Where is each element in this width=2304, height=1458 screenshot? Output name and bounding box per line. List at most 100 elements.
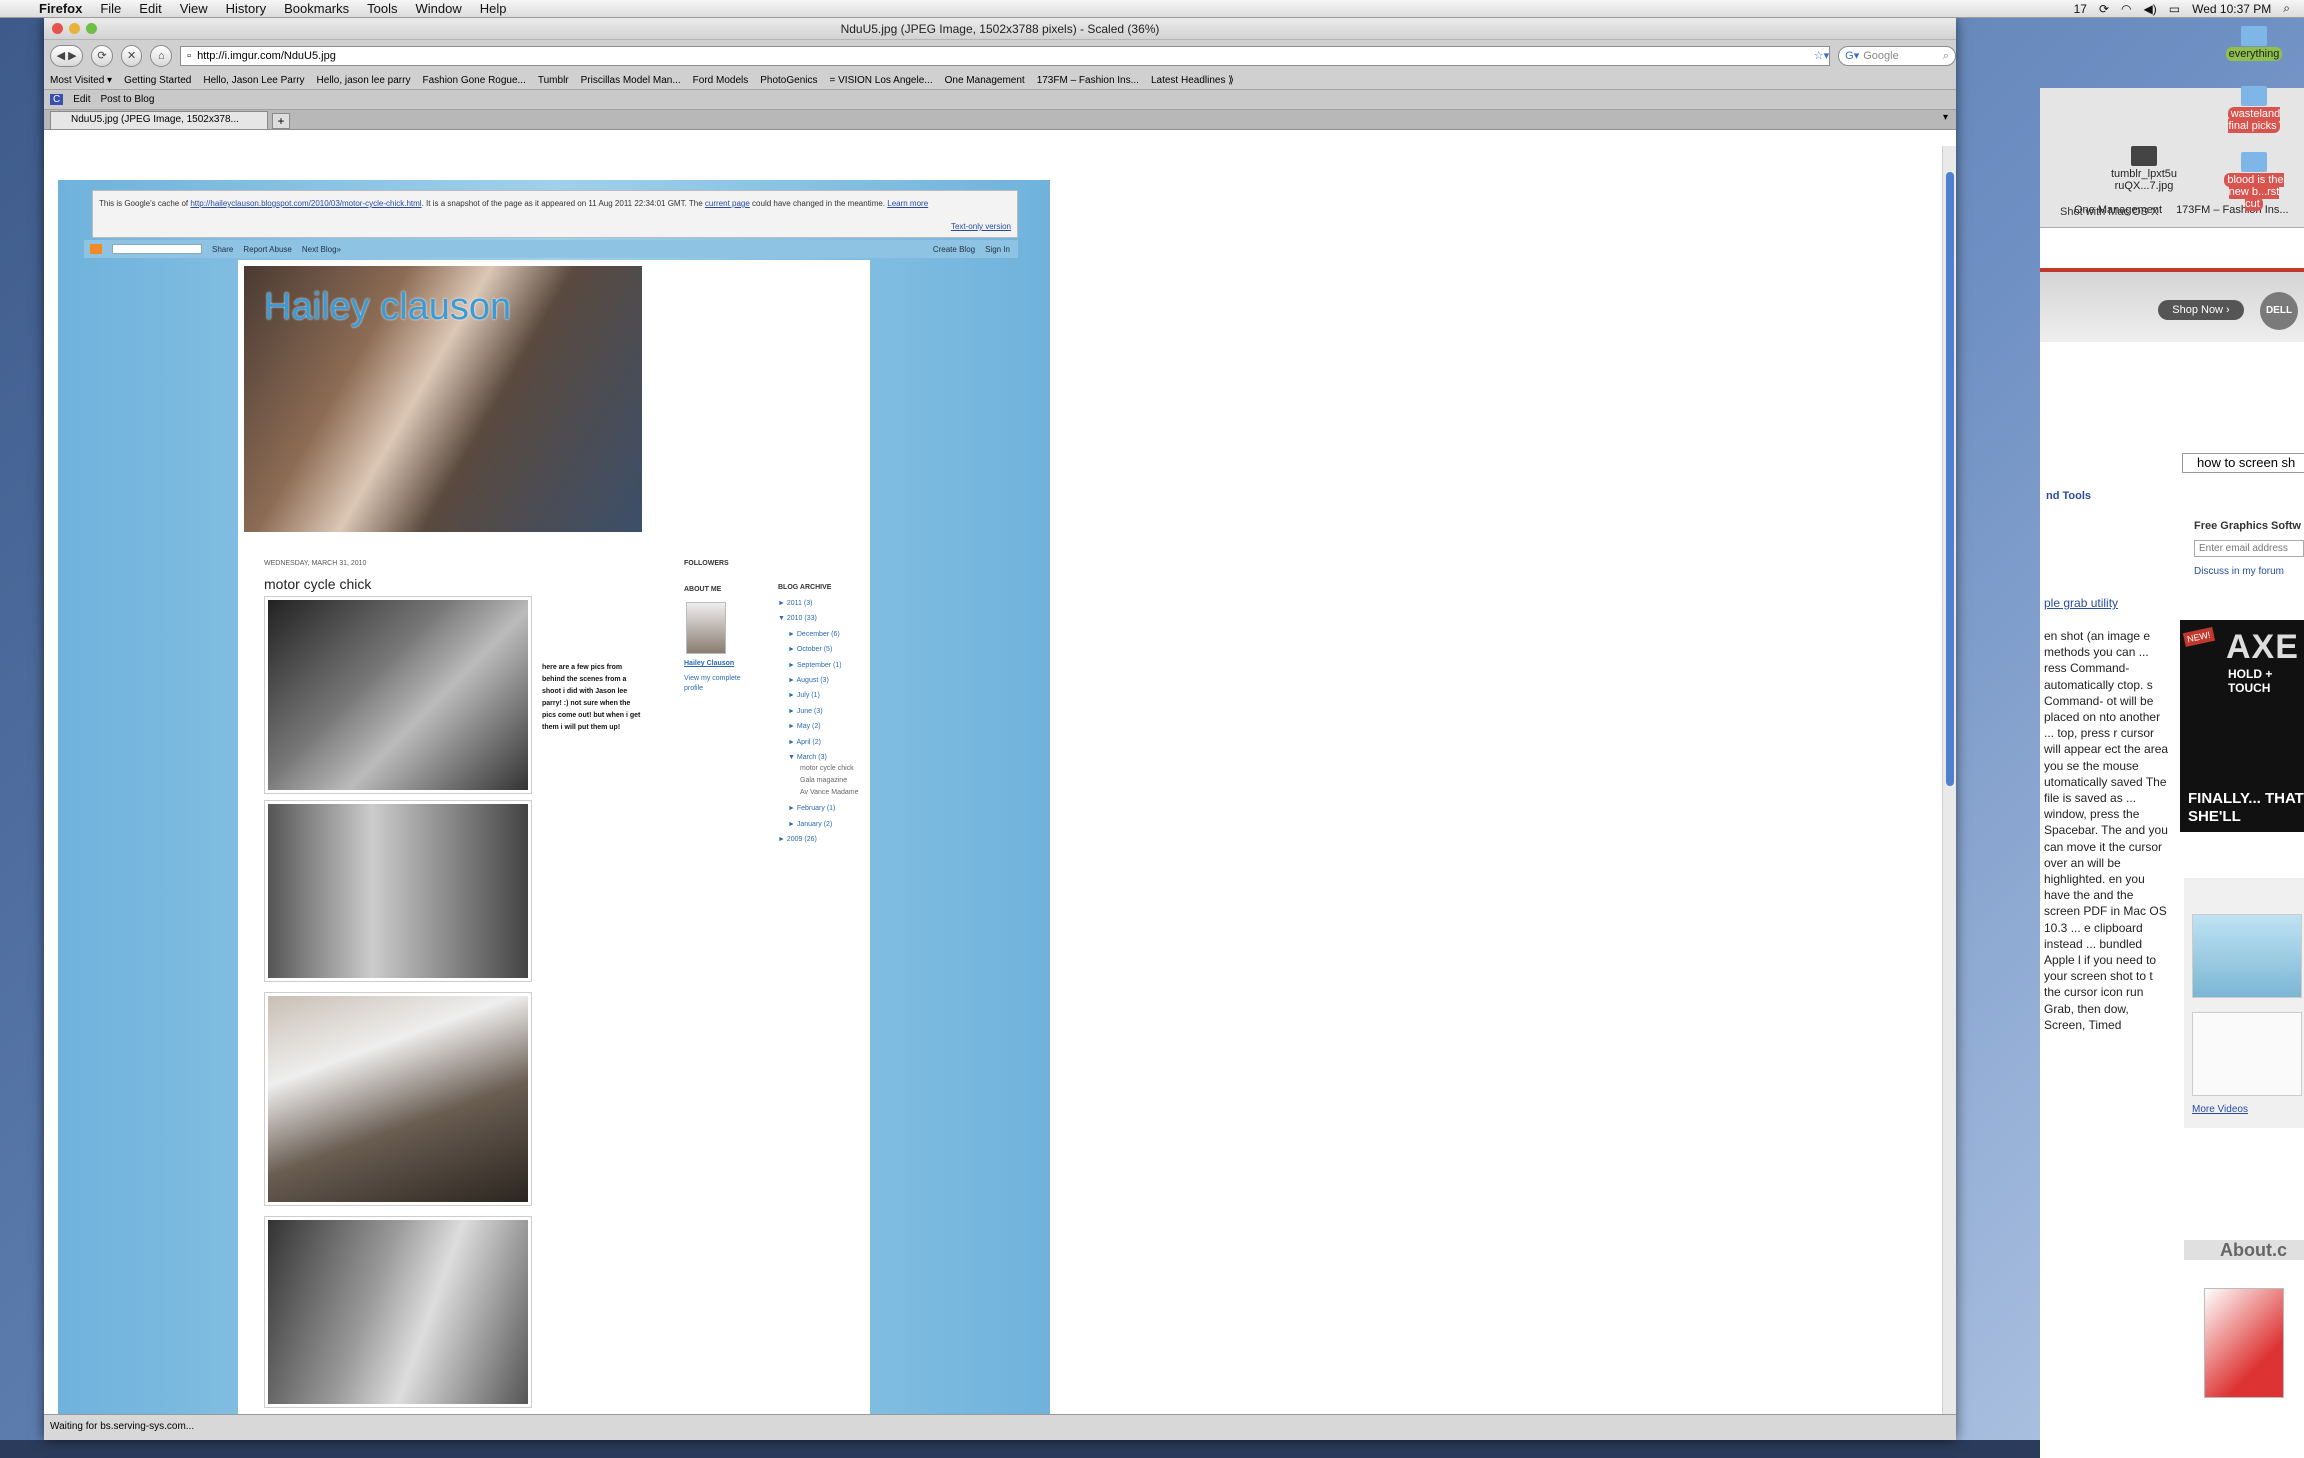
desktop-file-tumblr[interactable]: tumblr_lpxt5u ruQX...7.jpg xyxy=(2104,146,2184,192)
search-input[interactable]: how to screen sh xyxy=(2182,453,2304,473)
post-to-blog-button[interactable]: Post to Blog xyxy=(100,94,154,105)
cache-url-link[interactable]: http://haileyclauson.blogspot.com/2010/0… xyxy=(190,199,421,208)
menu-app[interactable]: Firefox xyxy=(30,1,91,16)
post-photo-4[interactable] xyxy=(264,1216,532,1408)
video-thumbnail[interactable] xyxy=(2192,914,2302,998)
archive-item[interactable]: motor cycle chick xyxy=(778,765,859,773)
menu-help[interactable]: Help xyxy=(471,1,516,16)
axe-ad[interactable]: NEW! AXE HOLD + TOUCH FINALLY... THAT SH… xyxy=(2180,620,2304,832)
archive-item[interactable]: ► October (5) xyxy=(778,642,859,657)
background-browser-window[interactable]: One Management 173FM – Fashion Ins... Sho… xyxy=(2040,88,2304,1458)
bookmark-star-icon[interactable]: ☆▾ xyxy=(1814,47,1829,65)
bookmark-priscillas[interactable]: Priscillas Model Man... xyxy=(581,75,681,86)
menu-bookmarks[interactable]: Bookmarks xyxy=(275,1,358,16)
scrollbar-thumb[interactable] xyxy=(1946,172,1954,786)
title-bar[interactable]: NduU5.jpg (JPEG Image, 1502x3788 pixels)… xyxy=(44,18,1956,40)
search-icon[interactable]: ⌕ xyxy=(1943,47,1955,65)
discuss-link[interactable]: Discuss in my forum xyxy=(2194,566,2284,577)
report-abuse-link[interactable]: Report Abuse xyxy=(243,245,291,254)
bookmark-jason-lee-parry[interactable]: Hello, Jason Lee Parry xyxy=(203,75,304,86)
clock[interactable]: Wed 10:37 PM xyxy=(2192,2,2271,16)
edit-button[interactable]: Edit xyxy=(73,94,90,105)
archive-item[interactable]: ► 2011 (3) xyxy=(778,596,859,611)
dell-banner[interactable]: Shop Now › DELL xyxy=(2040,272,2304,342)
tab-active[interactable]: NduU5.jpg (JPEG Image, 1502x378... xyxy=(50,111,268,129)
sign-in-link[interactable]: Sign In xyxy=(985,245,1010,254)
bookmark-latest-headlines[interactable]: Latest Headlines ⟫ xyxy=(1151,75,1234,86)
back-forward-button[interactable]: ◀ ▶ xyxy=(50,45,84,67)
bookmark-photogenics[interactable]: PhotoGenics xyxy=(760,75,817,86)
bookmark-one-management[interactable]: One Management xyxy=(945,75,1025,86)
tools-tab[interactable]: nd Tools xyxy=(2046,490,2091,502)
volume-icon[interactable]: ◀) xyxy=(2144,2,2157,16)
vertical-scrollbar[interactable] xyxy=(1942,146,1956,1414)
battery-icon[interactable]: ▭ xyxy=(2169,2,2180,16)
archive-item[interactable]: ► December (6) xyxy=(778,627,859,642)
menu-edit[interactable]: Edit xyxy=(130,1,170,16)
blogger-icon[interactable] xyxy=(90,244,102,254)
google-icon[interactable]: G▾ xyxy=(1845,47,1859,65)
archive-item[interactable]: ► July (1) xyxy=(778,688,859,703)
email-field[interactable]: Enter email address xyxy=(2194,540,2304,557)
archive-item[interactable]: ► January (2) xyxy=(778,817,859,832)
bookmark-tumblr[interactable]: Tumblr xyxy=(538,75,569,86)
zoom-icon[interactable] xyxy=(86,23,97,34)
archive-item[interactable]: ► August (3) xyxy=(778,673,859,688)
bookmark-vision[interactable]: = VISION Los Angele... xyxy=(830,75,933,86)
shop-now-button[interactable]: Shop Now › xyxy=(2158,300,2244,320)
profile-name-link[interactable]: Hailey Clauson xyxy=(684,660,734,667)
avatar[interactable] xyxy=(686,602,726,654)
post-photo-3[interactable] xyxy=(264,992,532,1206)
menu-window[interactable]: Window xyxy=(407,1,471,16)
current-page-link[interactable]: current page xyxy=(705,199,750,208)
bookmark-most-visited[interactable]: Most Visited ▾ xyxy=(50,75,112,86)
grab-utility-link[interactable]: ple grab utility xyxy=(2044,596,2118,610)
learn-more-link[interactable]: Learn more xyxy=(887,199,928,208)
archive-item[interactable]: Av Vance Madame xyxy=(778,789,859,797)
more-videos-link[interactable]: More Videos xyxy=(2192,1104,2304,1115)
archive-item[interactable]: ► February (1) xyxy=(778,801,859,816)
post-title[interactable]: motor cycle chick xyxy=(264,576,371,592)
url-text[interactable]: http://i.imgur.com/NduU5.jpg xyxy=(197,47,1808,65)
archive-item[interactable]: ► 2009 (26) xyxy=(778,832,859,847)
blog-title[interactable]: Hailey clauson xyxy=(264,286,511,329)
video-thumbnail[interactable] xyxy=(2192,1012,2302,1096)
archive-item[interactable]: ► May (2) xyxy=(778,719,859,734)
create-blog-link[interactable]: Create Blog xyxy=(933,245,975,254)
view-profile-link[interactable]: View my complete profile xyxy=(684,674,744,694)
bookmark-getting-started[interactable]: Getting Started xyxy=(124,75,191,86)
adium-badge[interactable]: 17 xyxy=(2074,2,2087,16)
wifi-icon[interactable]: ◠ xyxy=(2121,2,2131,16)
bookmark-ford-models[interactable]: Ford Models xyxy=(693,75,749,86)
bookmark-fashion-gone-rogue[interactable]: Fashion Gone Rogue... xyxy=(422,75,525,86)
menu-history[interactable]: History xyxy=(217,1,275,16)
bookmark-173fm[interactable]: 173FM – Fashion Ins... xyxy=(1037,75,1139,86)
desktop-folder-wasteland[interactable]: wasteland final picks xyxy=(2224,86,2284,133)
sync-icon[interactable]: ⟳ xyxy=(2099,2,2109,16)
bookmark-jason-lee-parry-2[interactable]: Hello, jason lee parry xyxy=(317,75,411,86)
close-icon[interactable] xyxy=(52,23,63,34)
archive-item[interactable]: ▼ 2010 (33) xyxy=(778,611,859,626)
archive-item[interactable]: ► April (2) xyxy=(778,735,859,750)
post-photo-1[interactable] xyxy=(264,596,532,794)
archive-item[interactable]: ► June (3) xyxy=(778,704,859,719)
menu-tools[interactable]: Tools xyxy=(358,1,406,16)
desktop-folder-everything[interactable]: everything xyxy=(2224,26,2284,61)
home-button[interactable]: ⌂ xyxy=(150,45,173,67)
archive-item[interactable]: ► September (1) xyxy=(778,658,859,673)
scaled-image[interactable]: This is Google's cache of http://haileyc… xyxy=(58,180,1050,1414)
stop-button[interactable]: ✕ xyxy=(120,45,143,67)
menu-view[interactable]: View xyxy=(171,1,217,16)
search-input[interactable]: G▾ Google ⌕ xyxy=(1838,46,1956,66)
desktop-folder-blood[interactable]: blood is the new b...rst cut xyxy=(2224,152,2284,211)
tab-list-icon[interactable]: ▾ xyxy=(1943,112,1948,123)
blog-icon[interactable]: C xyxy=(50,94,64,105)
menu-file[interactable]: File xyxy=(91,1,130,16)
minimize-icon[interactable] xyxy=(69,23,80,34)
spotlight-icon[interactable]: ⌕ xyxy=(2283,1,2290,16)
share-link[interactable]: Share xyxy=(212,245,233,254)
archive-item[interactable]: Gala magazine xyxy=(778,777,859,785)
new-tab-button[interactable]: + xyxy=(272,113,290,129)
url-bar[interactable]: ▫ http://i.imgur.com/NduU5.jpg ☆▾ xyxy=(180,46,1831,66)
text-only-link[interactable]: Text-only version xyxy=(951,222,1011,231)
